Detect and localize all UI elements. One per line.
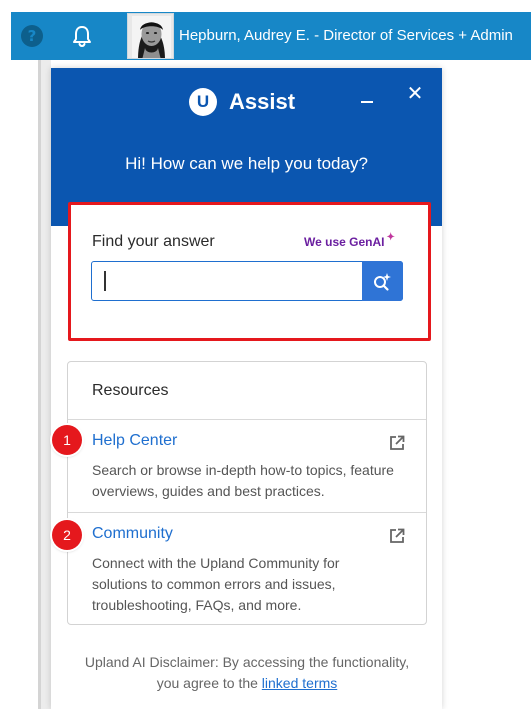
external-link-icon[interactable] [388,527,406,545]
text-cursor [104,271,106,291]
minimize-icon[interactable] [361,101,373,103]
find-answer-card: Find your answer We use GenAI ✦ [68,202,431,341]
upland-logo-icon: U [189,88,217,116]
bell-icon[interactable] [71,24,93,48]
search-box [91,261,403,301]
external-link-icon[interactable] [388,434,406,452]
ai-search-button[interactable] [362,261,403,301]
help-center-description: Search or browse in-depth how-to topics,… [92,462,394,499]
ai-disclaimer: Upland AI Disclaimer: By accessing the f… [72,652,422,694]
page-margin [41,60,51,709]
ai-search-icon [374,273,391,291]
avatar-photo [128,14,173,58]
question-circle-icon[interactable]: ? [21,25,43,47]
genai-label: We use GenAI [304,235,385,249]
assist-brand: U Assist [189,86,295,118]
find-answer-label: Find your answer [92,233,215,250]
help-center-link[interactable]: Help Center [92,432,177,450]
linked-terms-link[interactable]: linked terms [262,675,337,691]
step-marker: 1 [52,425,82,455]
search-input[interactable] [102,268,360,294]
step-marker: 2 [52,520,82,550]
resources-card: Resources Help Center Search or browse i… [67,361,427,625]
close-icon[interactable]: ✕ [406,83,424,103]
community-link[interactable]: Community [92,525,173,543]
user-name[interactable]: Hepburn, Audrey E. - Director of Service… [179,12,513,60]
assist-title: Assist [229,89,296,114]
resources-title: Resources [92,382,169,399]
avatar[interactable] [127,13,174,59]
sparkle-icon: ✦ [386,232,395,243]
divider [68,512,426,513]
greeting-text: Hi! How can we help you today? [125,154,368,173]
top-bar: ? Hepburn, Audrey E. - Director of Servi… [11,12,531,60]
community-description: Connect with the Upland Community for so… [92,555,340,613]
disclaimer-text: Upland AI Disclaimer: By accessing the f… [84,654,410,691]
genai-badge: We use GenAI ✦ [304,232,395,249]
divider [68,419,426,420]
